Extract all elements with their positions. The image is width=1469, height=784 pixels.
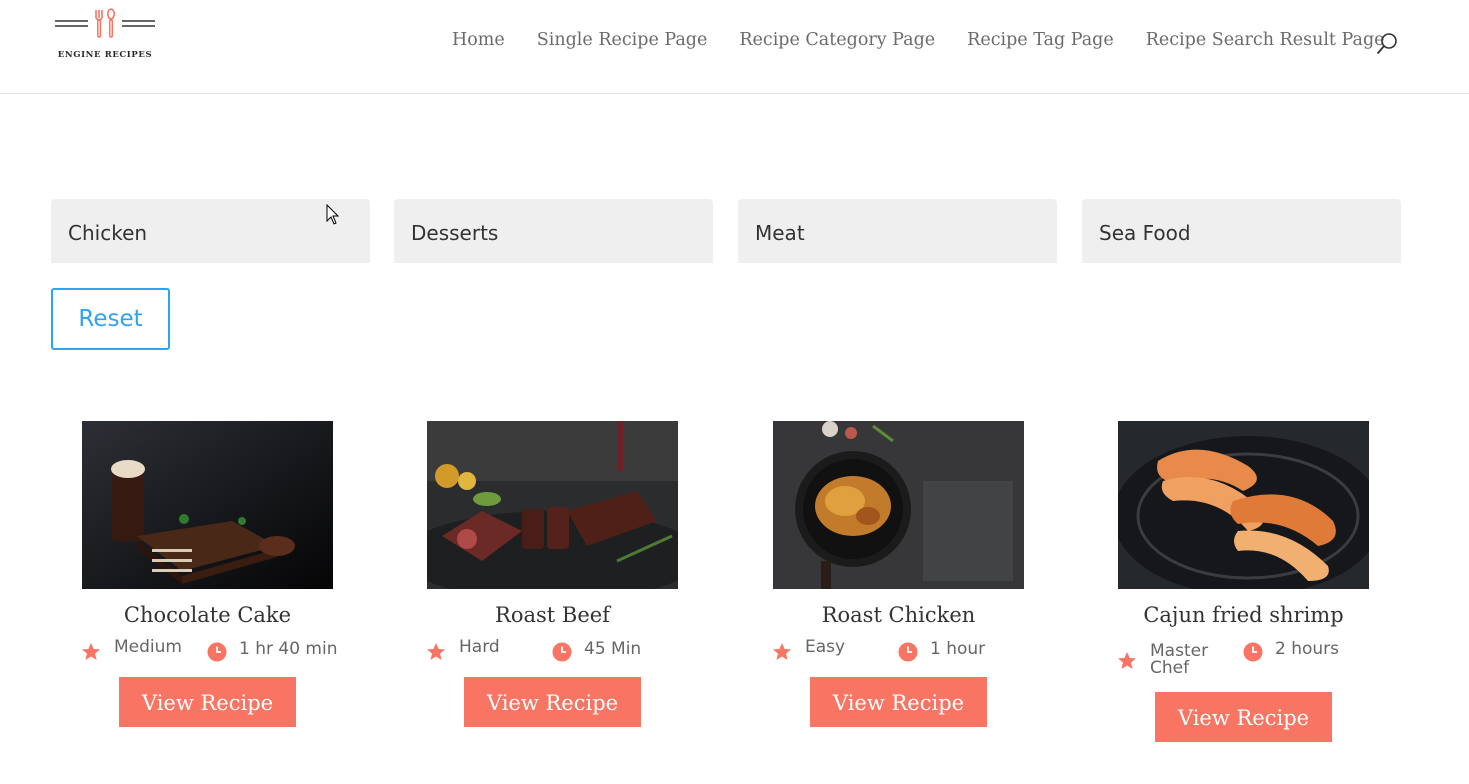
recipe-card: Chocolate Cake Medium 1 hr 40 min View R… <box>82 421 337 727</box>
filter-meat[interactable]: Meat <box>738 199 1057 263</box>
nav-recipe-category-page[interactable]: Recipe Category Page <box>739 30 935 56</box>
search-icon[interactable] <box>1376 32 1400 56</box>
clock-icon <box>1243 642 1263 662</box>
recipe-title[interactable]: Cajun fried shrimp <box>1118 603 1369 627</box>
nav-recipe-tag-page[interactable]: Recipe Tag Page <box>967 30 1114 56</box>
recipe-title[interactable]: Roast Chicken <box>773 603 1024 627</box>
logo-text: ENGINE RECIPES <box>57 50 153 60</box>
fork-spoon-logo-icon <box>55 8 155 38</box>
star-icon <box>773 643 791 660</box>
nav-single-recipe-page[interactable]: Single Recipe Page <box>537 30 708 56</box>
clock-icon <box>207 642 227 662</box>
star-icon <box>427 643 445 660</box>
recipe-card: Roast Chicken Easy 1 hour View Recipe <box>773 421 1024 727</box>
filter-sea-food[interactable]: Sea Food <box>1082 199 1401 263</box>
category-filters: Chicken Desserts Meat Sea Food <box>51 199 1401 263</box>
nav-home[interactable]: Home <box>452 30 505 56</box>
cook-time-label: 45 Min <box>584 639 642 659</box>
recipe-meta: Medium 1 hr 40 min <box>81 637 341 677</box>
view-recipe-button[interactable]: View Recipe <box>119 677 296 727</box>
view-recipe-button[interactable]: View Recipe <box>464 677 641 727</box>
recipe-meta: Easy 1 hour <box>772 637 1032 677</box>
recipe-card: Roast Beef Hard 45 Min View Recipe <box>427 421 678 727</box>
difficulty-label: Master Chef <box>1150 641 1209 678</box>
filter-chicken[interactable]: Chicken <box>51 199 370 263</box>
filter-desserts[interactable]: Desserts <box>394 199 713 263</box>
recipe-image-roast-beef[interactable] <box>427 421 678 589</box>
mouse-cursor-icon <box>326 204 340 225</box>
recipe-image-roast-chicken[interactable] <box>773 421 1024 589</box>
recipe-title[interactable]: Chocolate Cake <box>82 603 333 627</box>
recipe-meta: Master Chef 2 hours <box>1117 637 1377 692</box>
view-recipe-button[interactable]: View Recipe <box>1155 692 1332 742</box>
cook-time-label: 1 hour <box>930 639 986 659</box>
difficulty-label: Medium <box>114 637 182 657</box>
reset-button[interactable]: Reset <box>51 288 170 350</box>
difficulty-label: Hard <box>459 637 500 657</box>
recipe-card: Cajun fried shrimp Master Chef 2 hours V… <box>1118 421 1369 742</box>
recipe-image-cajun-fried-shrimp[interactable] <box>1118 421 1369 589</box>
clock-icon <box>552 642 572 662</box>
star-icon <box>1118 652 1136 669</box>
star-icon <box>82 643 100 660</box>
main-nav: Home Single Recipe Page Recipe Category … <box>452 30 1385 56</box>
recipe-image-chocolate-cake[interactable] <box>82 421 333 589</box>
recipe-title[interactable]: Roast Beef <box>427 603 678 627</box>
cook-time-label: 1 hr 40 min <box>239 639 338 659</box>
clock-icon <box>898 642 918 662</box>
difficulty-label: Easy <box>805 637 846 657</box>
site-header: ENGINE RECIPES Home Single Recipe Page R… <box>0 0 1469 94</box>
site-logo[interactable]: ENGINE RECIPES <box>55 8 160 64</box>
view-recipe-button[interactable]: View Recipe <box>810 677 987 727</box>
nav-recipe-search-result-page[interactable]: Recipe Search Result Page <box>1146 30 1385 56</box>
cook-time-label: 2 hours <box>1275 639 1340 659</box>
recipe-meta: Hard 45 Min <box>426 637 686 677</box>
